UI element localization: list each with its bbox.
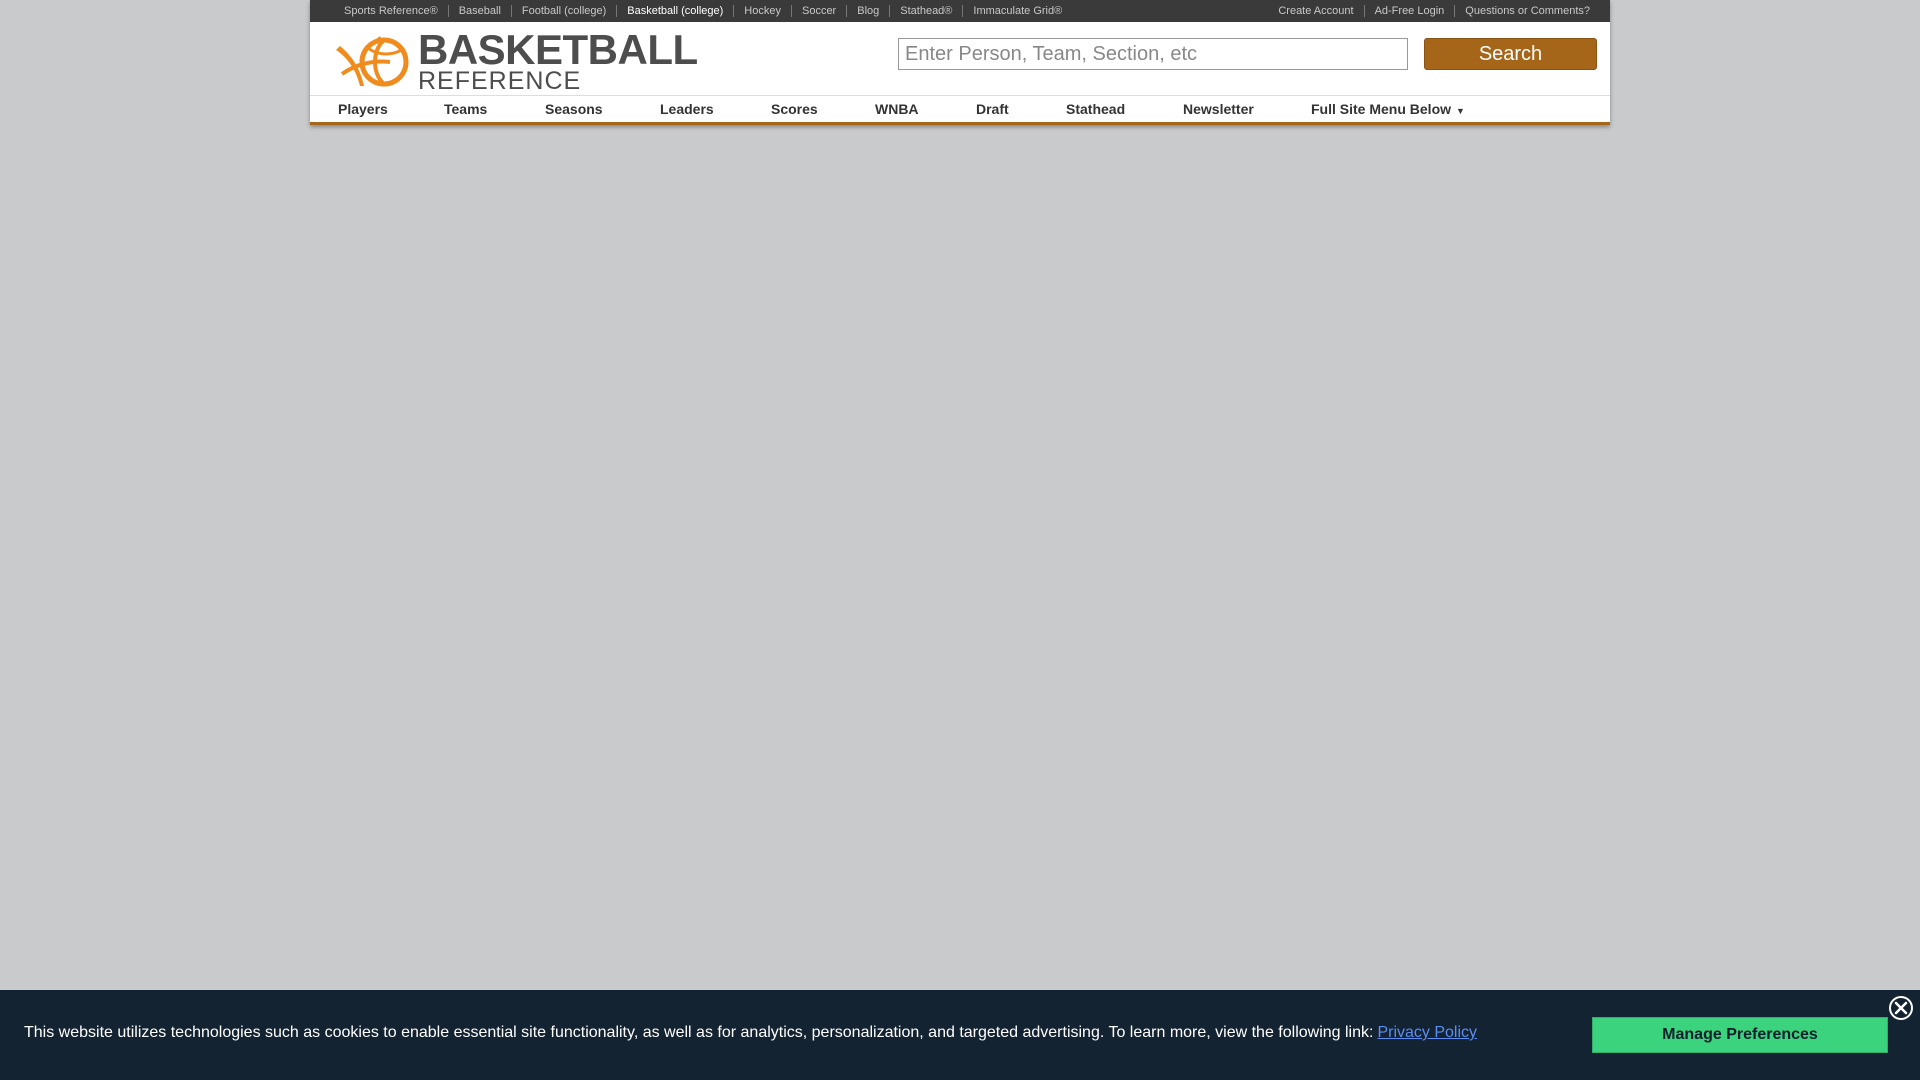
nav-item-newsletter[interactable]: Newsletter [1183, 101, 1311, 117]
network-link-soccer[interactable]: Soccer [792, 5, 848, 17]
manage-preferences-button[interactable]: Manage Preferences [1592, 1017, 1888, 1053]
site-header: Sports Reference® Baseball Football (col… [310, 0, 1610, 125]
network-link-basketball-college[interactable]: Basketball (college) [617, 5, 735, 17]
nav-item-players[interactable]: Players [338, 101, 444, 117]
network-link-hockey[interactable]: Hockey [734, 5, 792, 17]
cookie-banner-text: This website utilizes technologies such … [24, 1024, 1374, 1041]
network-bar: Sports Reference® Baseball Football (col… [310, 0, 1610, 22]
dropdown-caret-icon: ▼ [1456, 106, 1465, 116]
logo-line-reference: REFERENCE [418, 67, 582, 95]
create-account-link[interactable]: Create Account [1268, 5, 1365, 17]
questions-comments-link[interactable]: Questions or Comments? [1455, 5, 1600, 17]
main-nav: Players Teams Seasons Leaders Scores WNB… [310, 95, 1610, 125]
nav-item-stathead[interactable]: Stathead [1066, 101, 1183, 117]
nav-item-teams[interactable]: Teams [444, 101, 545, 117]
nav-item-draft[interactable]: Draft [976, 101, 1066, 117]
logo-line-basketball: BASKETBALL [418, 26, 698, 73]
network-link-immaculate-grid[interactable]: Immaculate Grid® [963, 5, 1072, 17]
close-icon[interactable] [1889, 996, 1913, 1020]
full-site-menu-label: Full Site Menu Below [1311, 101, 1452, 117]
site-logo[interactable]: BASKETBALL REFERENCE [334, 29, 698, 94]
ad-free-login-link[interactable]: Ad-Free Login [1365, 5, 1456, 17]
network-link-baseball[interactable]: Baseball [449, 5, 512, 17]
network-link-sports-reference[interactable]: Sports Reference® [334, 5, 449, 17]
nav-item-seasons[interactable]: Seasons [545, 101, 660, 117]
nav-item-wnba[interactable]: WNBA [875, 101, 976, 117]
network-link-stathead[interactable]: Stathead® [890, 5, 964, 17]
network-links: Sports Reference® Baseball Football (col… [310, 5, 1072, 17]
nav-item-scores[interactable]: Scores [771, 101, 875, 117]
network-link-blog[interactable]: Blog [847, 5, 891, 17]
nav-item-leaders[interactable]: Leaders [660, 101, 771, 117]
logo-wordmark: BASKETBALL REFERENCE [418, 29, 698, 94]
account-links: Create Account Ad-Free Login Questions o… [1268, 5, 1610, 17]
header-main: BASKETBALL REFERENCE Search [310, 22, 1610, 95]
search-button[interactable]: Search [1424, 38, 1597, 70]
nav-item-full-site-menu[interactable]: Full Site Menu Below ▼ [1311, 101, 1465, 117]
basketball-logo-icon [336, 35, 409, 86]
privacy-policy-link[interactable]: Privacy Policy [1377, 1024, 1477, 1041]
cookie-banner-message: This website utilizes technologies such … [24, 1024, 1477, 1042]
network-link-football-college[interactable]: Football (college) [512, 5, 618, 17]
search-input[interactable] [898, 38, 1408, 70]
